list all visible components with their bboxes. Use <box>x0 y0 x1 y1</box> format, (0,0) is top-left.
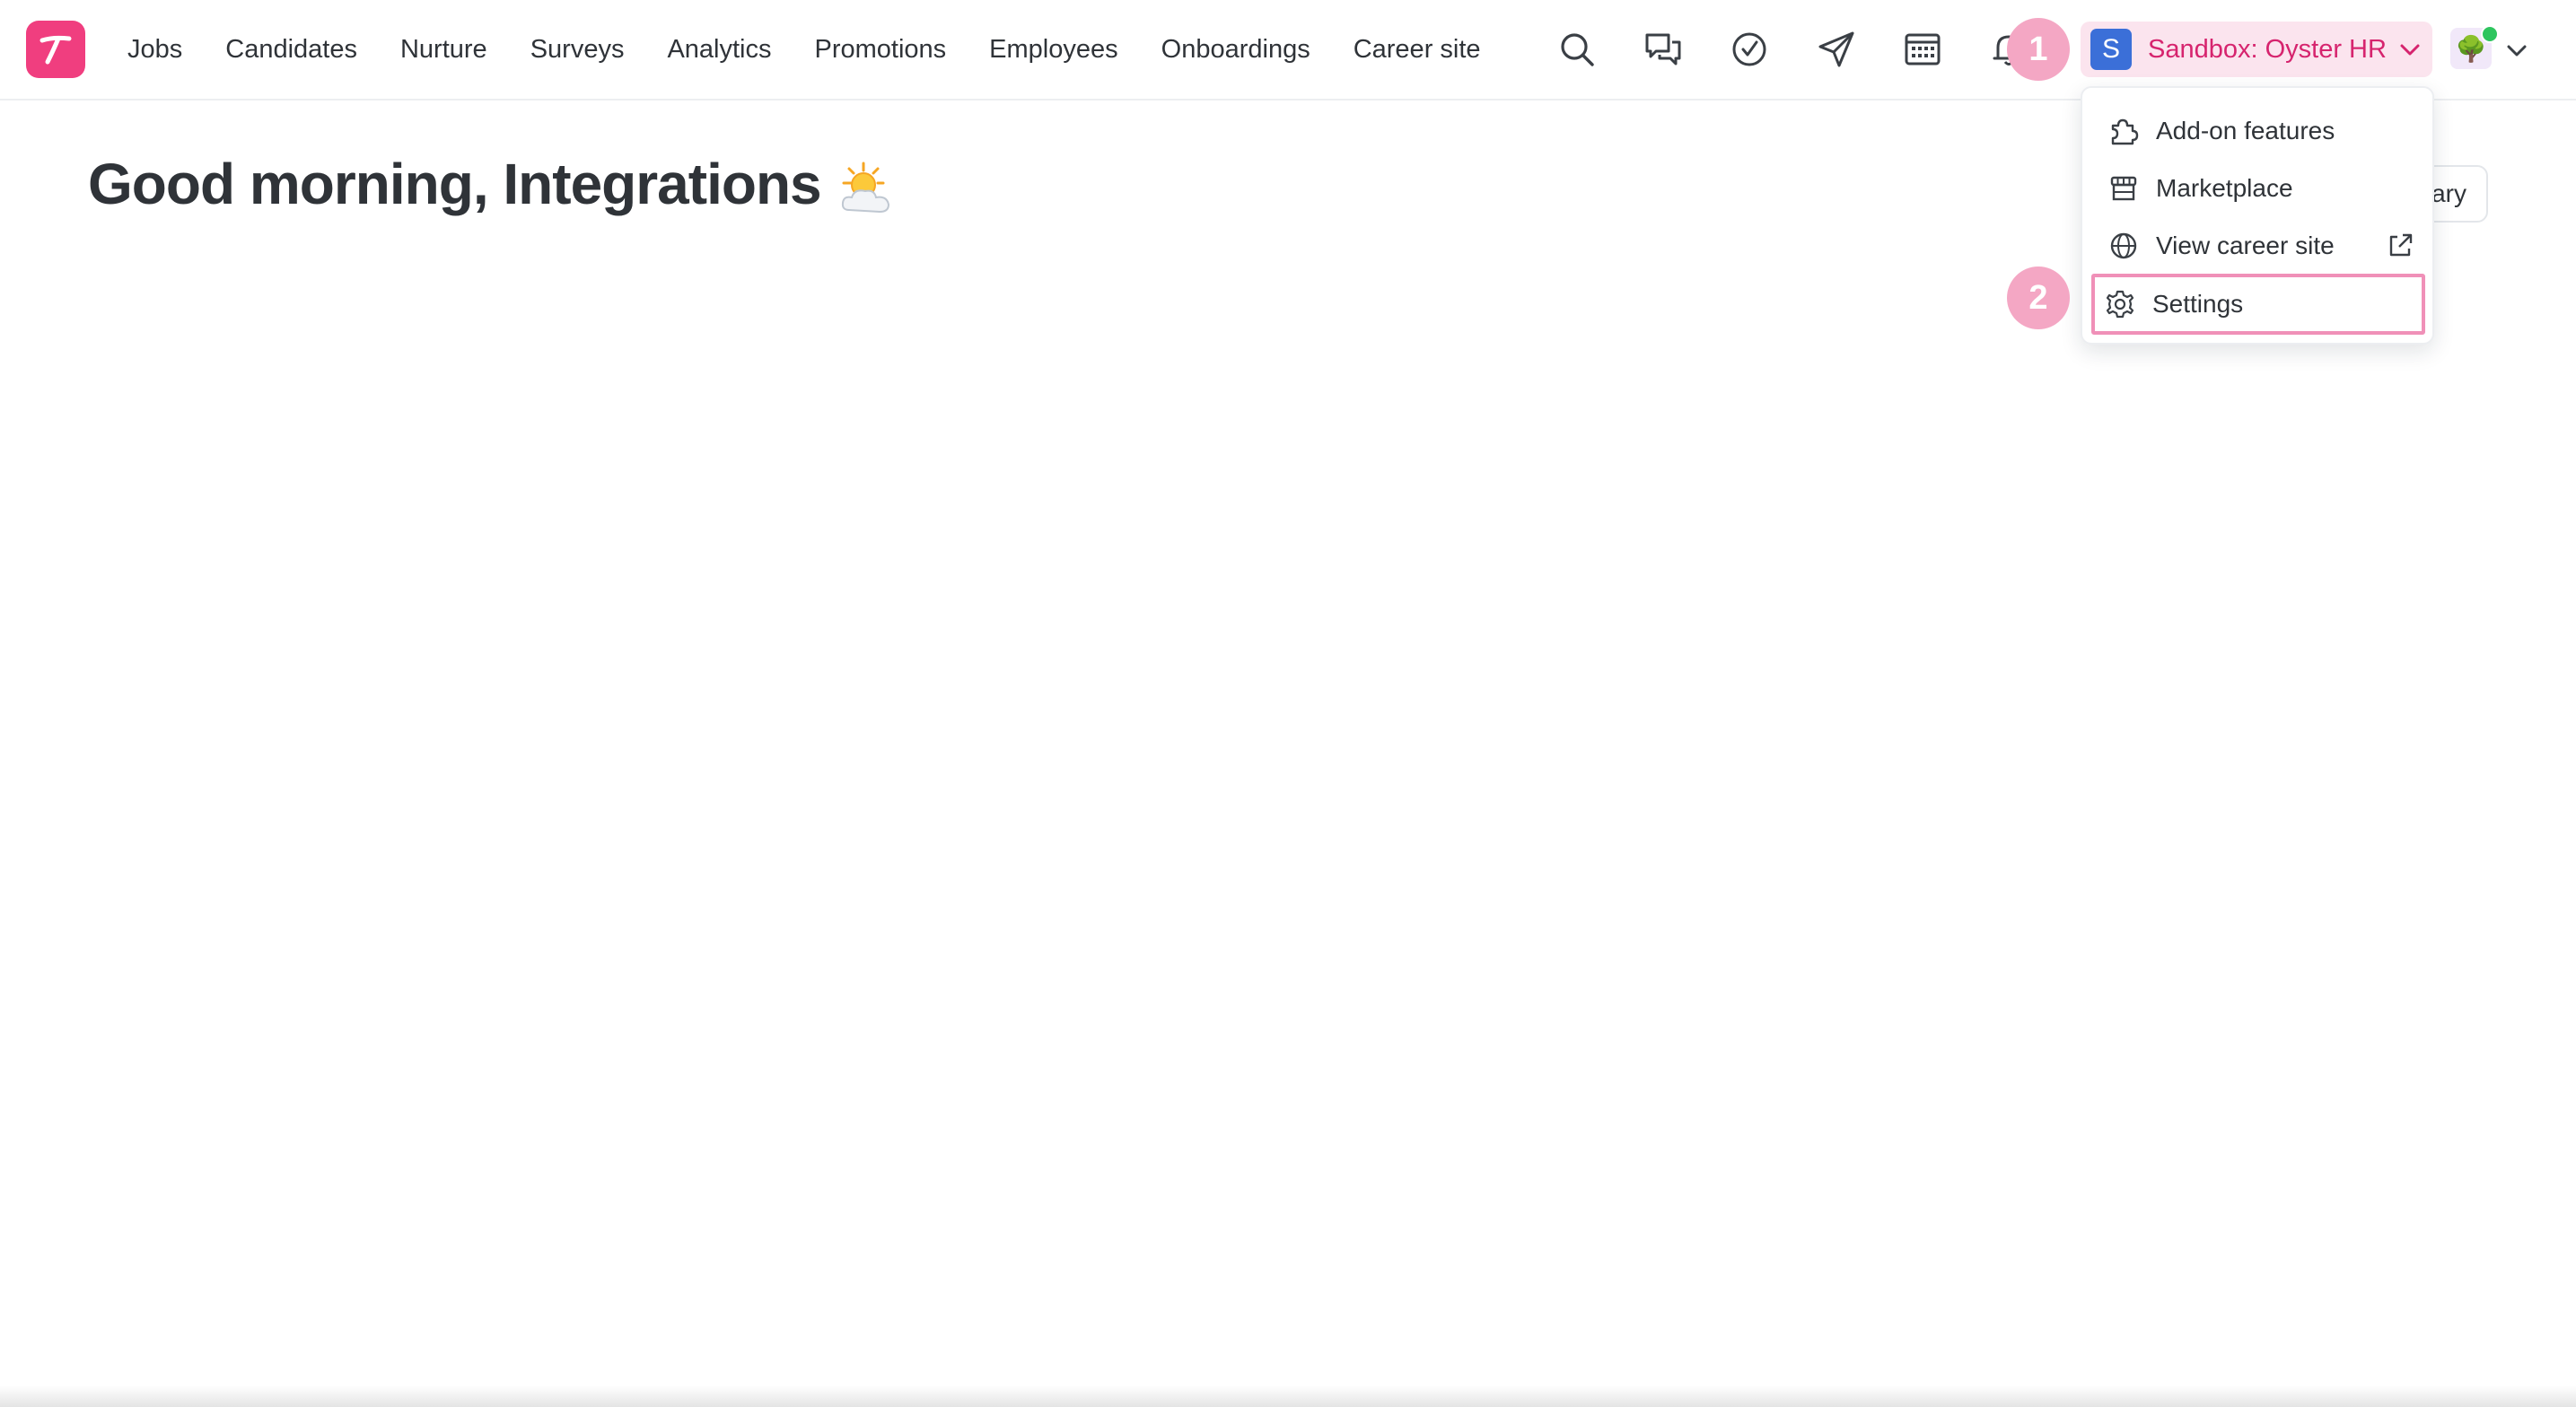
search-button[interactable] <box>1554 26 1600 73</box>
gear-icon <box>2106 290 2134 319</box>
workspace-badge: S <box>2090 29 2132 70</box>
messages-button[interactable] <box>1640 26 1687 73</box>
menu-item-settings[interactable]: Settings <box>2091 274 2425 335</box>
chevron-down-icon <box>2400 44 2420 56</box>
workspace-switcher[interactable]: S Sandbox: Oyster HR <box>2081 22 2432 77</box>
send-button[interactable] <box>1813 26 1860 73</box>
page-greeting: Good morning, Integrations <box>88 152 822 216</box>
messages-icon <box>1645 33 1681 66</box>
menu-item-label: View career site <box>2156 232 2335 259</box>
partially-hidden-button-label: ary <box>2431 179 2466 207</box>
menu-item-view-career-site[interactable]: View career site <box>2093 219 2425 273</box>
nav-surveys[interactable]: Surveys <box>530 35 625 65</box>
sun-behind-cloud-icon <box>841 162 890 214</box>
menu-item-add-on-features[interactable]: Add-on features <box>2093 104 2425 158</box>
app-logo[interactable] <box>26 21 85 78</box>
nav-analytics[interactable]: Analytics <box>667 35 771 65</box>
menu-item-label: Add-on features <box>2156 117 2335 144</box>
puzzle-icon <box>2111 118 2139 145</box>
step-marker-2: 2 <box>2007 267 2070 329</box>
menu-item-marketplace[interactable]: Marketplace <box>2093 162 2425 215</box>
nav-employees[interactable]: Employees <box>989 35 1117 65</box>
store-icon <box>2110 176 2137 201</box>
menu-item-label: Marketplace <box>2156 174 2293 202</box>
nav-jobs[interactable]: Jobs <box>127 35 182 65</box>
workspace-dropdown-menu: Add-on features Marketplace View career … <box>2081 86 2434 345</box>
nav-candidates[interactable]: Candidates <box>225 35 357 65</box>
nav-onboardings[interactable]: Onboardings <box>1161 35 1310 65</box>
tasks-check-icon <box>1732 32 1766 66</box>
calendar-icon <box>1905 33 1941 66</box>
logo-icon <box>39 35 72 65</box>
user-menu-chevron-icon[interactable] <box>2504 38 2529 63</box>
globe-icon <box>2110 232 2137 259</box>
tasks-button[interactable] <box>1726 26 1773 73</box>
workspace-name: Sandbox: Oyster HR <box>2148 34 2387 64</box>
step-marker-1: 1 <box>2007 18 2070 81</box>
search-icon <box>1561 33 1594 66</box>
send-icon <box>1818 31 1854 67</box>
menu-item-label: Settings <box>2152 290 2244 318</box>
nav-nurture[interactable]: Nurture <box>400 35 487 65</box>
calendar-button[interactable] <box>1899 26 1946 73</box>
nav-career-site[interactable]: Career site <box>1354 35 1481 65</box>
main-nav: Jobs Candidates Nurture Surveys Analytic… <box>127 0 1481 99</box>
external-link-icon <box>2389 233 2413 257</box>
nav-promotions[interactable]: Promotions <box>815 35 947 65</box>
bottom-edge-shadow <box>0 1385 2576 1407</box>
online-status-dot <box>2481 25 2499 43</box>
